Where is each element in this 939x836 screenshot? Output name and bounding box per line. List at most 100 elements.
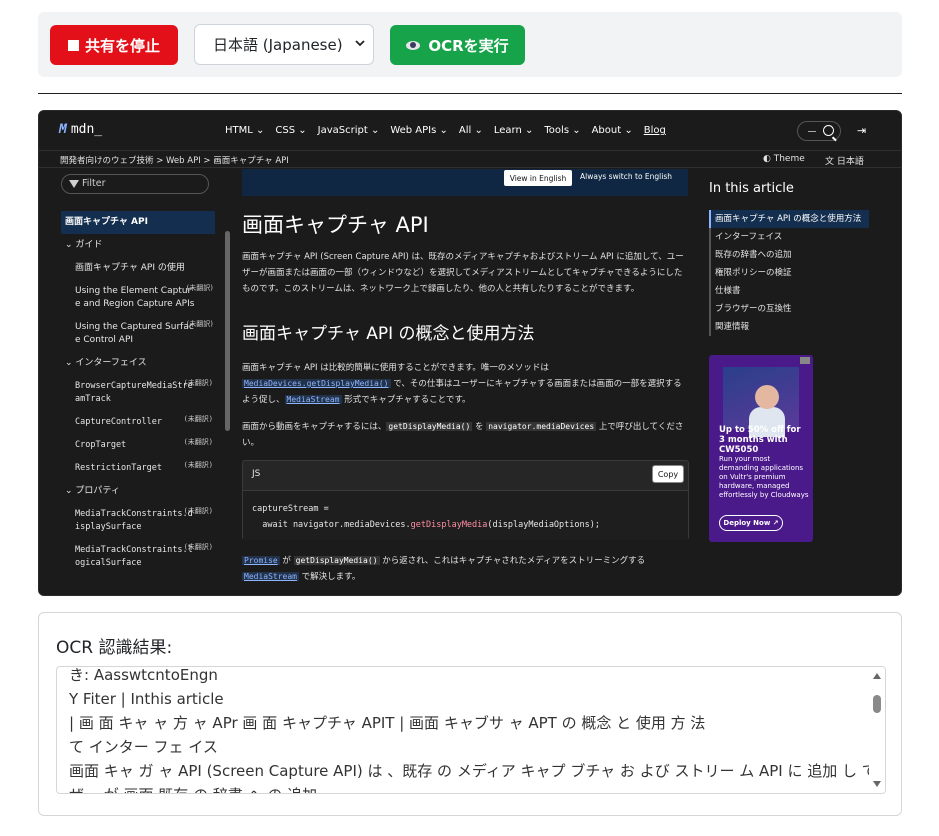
chevron-down-icon bbox=[355, 40, 365, 47]
ocr-result-title: OCR 認識結果: bbox=[56, 638, 173, 658]
nav-javascript[interactable]: JavaScript ⌄ bbox=[318, 125, 380, 136]
search-cursor bbox=[808, 131, 816, 132]
eye-icon bbox=[406, 40, 421, 50]
toc-item[interactable]: ブラウザーの互換性 bbox=[709, 300, 869, 318]
mdn-search[interactable] bbox=[797, 121, 841, 141]
ocr-line: 画面 キャ ガ ャ API (Screen Capture API) は 、既存… bbox=[69, 762, 886, 780]
language-banner: View in English Always switch to English bbox=[242, 169, 688, 196]
untranslated-badge: (未翻訳) bbox=[186, 284, 213, 292]
toc-item[interactable]: 画面キャプチャ API の概念と使用方法 bbox=[709, 210, 869, 228]
sidebar-item-label: 画面キャプチャ API の使用 bbox=[75, 263, 185, 273]
sidebar-item[interactable]: 画面キャプチャ API bbox=[61, 211, 215, 234]
sidebar-item[interactable]: MediaTrackConstraints.displaySurface (未翻訳… bbox=[61, 503, 215, 539]
sidebar-item[interactable]: RestrictionTarget (未翻訳) bbox=[61, 457, 215, 480]
ocr-scrollbar[interactable] bbox=[869, 667, 885, 793]
nav-all[interactable]: All ⌄ bbox=[459, 125, 483, 136]
theme-label: Theme bbox=[773, 154, 805, 164]
p2-code2: navigator.mediaDevices bbox=[486, 422, 597, 431]
sidebar-item-label: ⌄ インターフェイス bbox=[65, 358, 147, 368]
copy-button[interactable]: Copy bbox=[652, 465, 684, 483]
nav-html[interactable]: HTML ⌄ bbox=[225, 125, 264, 136]
code-example: JS Copy captureStream = await navigator.… bbox=[242, 460, 689, 540]
sidebar-item-label: BrowserCaptureMediaStreamTrack bbox=[75, 381, 193, 404]
stop-sharing-button[interactable]: 共有を停止 bbox=[50, 25, 178, 65]
run-ocr-button[interactable]: OCRを実行 bbox=[390, 25, 525, 65]
paragraph-capture: 画面から動画をキャプチャするには、 getDisplayMedia() を nav… bbox=[242, 419, 688, 451]
deploy-now-button[interactable]: Deploy Now ↗ bbox=[719, 515, 783, 531]
sidebar-list: 画面キャプチャ API ⌄ ガイド画面キャプチャ API の使用 Using the… bbox=[61, 211, 215, 575]
view-in-english-button[interactable]: View in English bbox=[504, 170, 572, 186]
ocr-result-textarea[interactable]: き: AasswtcntoEngn Y Fiter | Inthis artic… bbox=[56, 666, 886, 794]
ad-person bbox=[755, 385, 779, 409]
p1-text-a: 画面キャプチャ API は比較的簡単に使用することができます。唯一のメソッドは bbox=[242, 363, 549, 373]
mdn-sidebar: Filter 画面キャプチャ API ⌄ ガイド画面キャプチャ API の使用 Us… bbox=[39, 169, 232, 595]
promise-link[interactable]: Promise bbox=[242, 556, 280, 565]
sidebar-item[interactable]: CaptureController (未翻訳) bbox=[61, 411, 215, 434]
nav-css[interactable]: CSS ⌄ bbox=[275, 125, 306, 136]
toc-item[interactable]: 仕様書 bbox=[709, 282, 869, 300]
untranslated-badge: (未翻訳) bbox=[183, 438, 213, 446]
toc-item[interactable]: 関連情報 bbox=[709, 318, 869, 336]
sidebar-item[interactable]: Using the Captured Surface Control API (未… bbox=[61, 316, 215, 352]
stop-sharing-label: 共有を停止 bbox=[84, 36, 160, 55]
stop-icon bbox=[67, 39, 79, 51]
nav-learn[interactable]: Learn ⌄ bbox=[494, 125, 534, 136]
breadcrumb-bar: 開発者向けのウェブ技術 > Web API > 画面キャプチャ API ◐ Th… bbox=[39, 151, 901, 168]
sidebar-item-label: CaptureController bbox=[75, 417, 162, 427]
language-switcher[interactable]: 文 日本語 bbox=[825, 154, 864, 167]
login-icon[interactable]: ⇥ bbox=[857, 124, 866, 137]
ad-headline: Up to 50% off for 3 months with CW5050 bbox=[719, 425, 801, 455]
mdn-logo-mark: M bbox=[59, 122, 67, 137]
ad-text: Up to 50% off for 3 months with CW5050 R… bbox=[719, 425, 809, 500]
always-switch-link[interactable]: Always switch to English bbox=[580, 172, 672, 181]
sidebar-item-label: CropTarget bbox=[75, 440, 127, 450]
nav-tools[interactable]: Tools ⌄ bbox=[544, 125, 580, 136]
advertisement[interactable]: Up to 50% off for 3 months with CW5050 R… bbox=[709, 355, 813, 542]
sidebar-item[interactable]: MediaTrackConstraints.logicalSurface (未翻訳… bbox=[61, 539, 215, 575]
filter-icon bbox=[69, 180, 79, 188]
language-select[interactable]: 日本語 (Japanese) bbox=[194, 24, 374, 65]
p3-text-b: から返され、これはキャプチャされたメディアをストリーミングする bbox=[379, 556, 646, 566]
sidebar-item[interactable]: CropTarget (未翻訳) bbox=[61, 434, 215, 457]
untranslated-badge: (未翻訳) bbox=[183, 461, 213, 469]
toc-item[interactable]: 権限ポリシーの検証 bbox=[709, 264, 869, 282]
toc-item[interactable]: 既存の辞書への追加 bbox=[709, 246, 869, 264]
p2-text-a: 画面から動画をキャプチャするには、 bbox=[242, 422, 387, 432]
ocr-line: | 画 面 キャ ャ 方 ャ APr 画 面 キャプチャ APIT | 画面 キ… bbox=[69, 714, 706, 732]
table-of-contents: In this article 画面キャプチャ API の概念と使用方法 インタ… bbox=[709, 181, 869, 336]
code-line: captureStream = bbox=[252, 504, 329, 514]
sidebar-item[interactable]: BrowserCaptureMediaStreamTrack (未翻訳) bbox=[61, 375, 215, 411]
breadcrumb[interactable]: 開発者向けのウェブ技術 > Web API > 画面キャプチャ API bbox=[60, 154, 289, 166]
mediastream-link-2[interactable]: MediaStream bbox=[242, 572, 299, 581]
sidebar-filter-input[interactable]: Filter bbox=[61, 174, 209, 194]
sidebar-section[interactable]: ⌄ ガイド bbox=[61, 234, 215, 257]
mdn-logo[interactable]: Mmdn_ bbox=[59, 122, 102, 137]
sidebar-scrollbar[interactable] bbox=[225, 231, 230, 431]
sidebar-item[interactable]: 画面キャプチャ API の使用 bbox=[61, 257, 215, 280]
ad-tag-icon bbox=[800, 357, 810, 364]
untranslated-badge: (未翻訳) bbox=[186, 320, 213, 328]
ocr-line: き: AasswtcntoEngn bbox=[69, 666, 218, 684]
nav-blog[interactable]: Blog bbox=[644, 125, 666, 136]
theme-switcher[interactable]: ◐ Theme bbox=[763, 154, 805, 164]
sidebar-item-label: ⌄ プロパティ bbox=[65, 486, 120, 496]
untranslated-badge: (未翻訳) bbox=[183, 379, 213, 387]
divider bbox=[38, 93, 902, 94]
code-line2-a: await navigator.mediaDevices. bbox=[252, 520, 411, 530]
sidebar-section[interactable]: ⌄ インターフェイス bbox=[61, 352, 215, 375]
scroll-thumb[interactable] bbox=[873, 695, 881, 713]
mediastream-link[interactable]: MediaStream bbox=[284, 395, 342, 404]
untranslated-badge: (未翻訳) bbox=[183, 507, 213, 515]
scroll-up-icon[interactable] bbox=[873, 673, 881, 679]
getdisplaymedia-link[interactable]: MediaDevices.getDisplayMedia() bbox=[242, 379, 391, 388]
nav-web-apis[interactable]: Web APIs ⌄ bbox=[390, 125, 448, 136]
scroll-down-icon[interactable] bbox=[873, 781, 881, 787]
sidebar-item-label: MediaTrackConstraints.displaySurface bbox=[75, 509, 193, 532]
nav-about[interactable]: About ⌄ bbox=[592, 125, 633, 136]
toc-title: In this article bbox=[709, 181, 794, 196]
mdn-logo-text: mdn_ bbox=[70, 122, 103, 137]
sidebar-item[interactable]: Using the Element Capture and Region Cap… bbox=[61, 280, 215, 316]
sidebar-section[interactable]: ⌄ プロパティ bbox=[61, 480, 215, 503]
toc-item[interactable]: インターフェイス bbox=[709, 228, 869, 246]
code-line2-fn: getDisplayMedia bbox=[410, 520, 488, 530]
